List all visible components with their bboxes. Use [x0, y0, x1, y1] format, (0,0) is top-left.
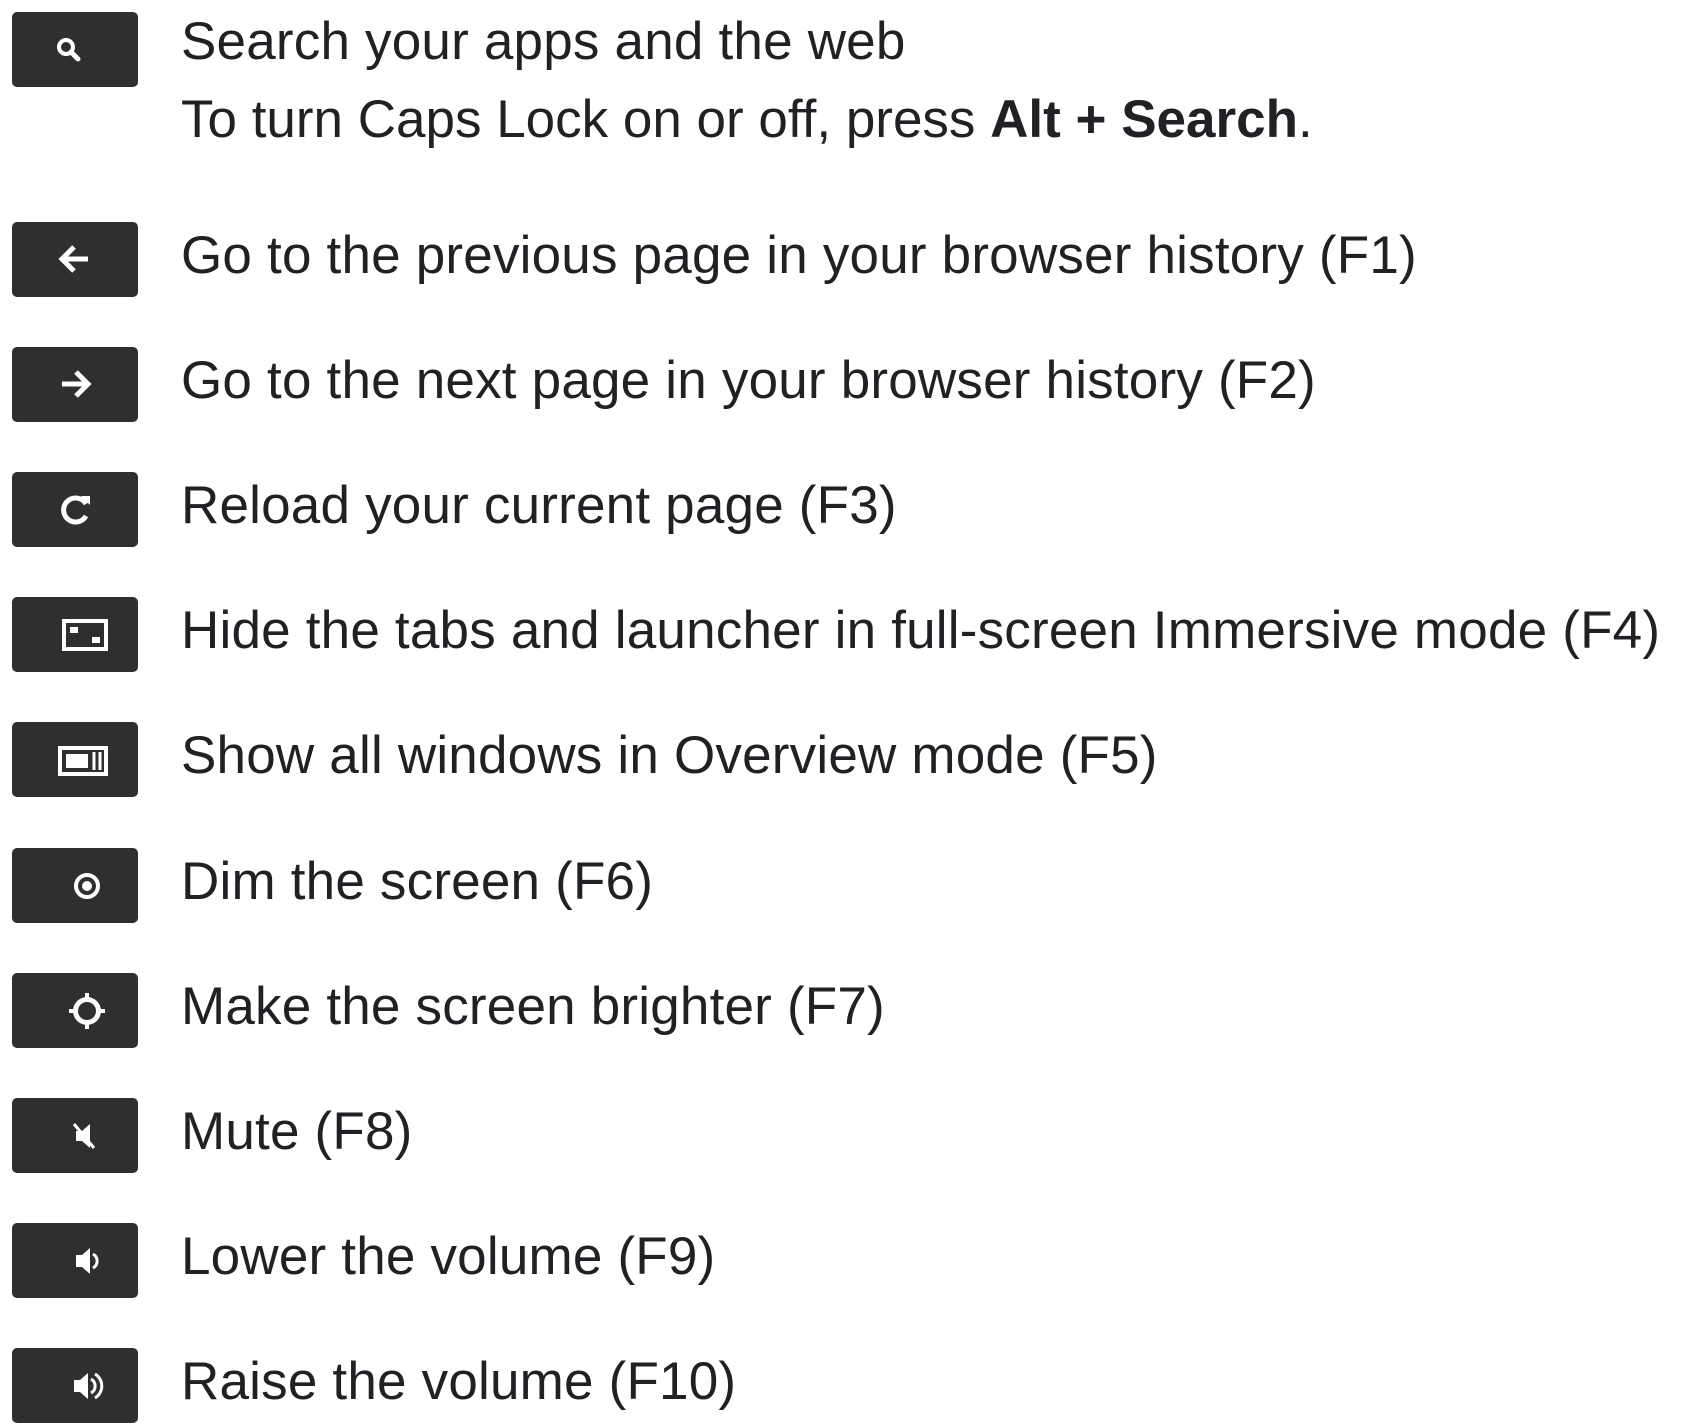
back-key [12, 222, 138, 297]
overview-icon [58, 746, 108, 776]
shortcut-description: Search your apps and the web [181, 12, 906, 71]
back-arrow-icon [58, 245, 88, 273]
brightness-up-key [12, 973, 138, 1048]
shortcut-description: Reload your current page (F3) [181, 476, 897, 535]
volume-down-icon [76, 1248, 99, 1274]
caps-lock-note: To turn Caps Lock on or off, press Alt +… [181, 88, 1313, 152]
shortcut-description: Lower the volume (F9) [181, 1227, 716, 1286]
reload-key [12, 472, 138, 547]
volume-up-icon [74, 1372, 104, 1400]
forward-arrow-icon [62, 370, 92, 398]
brightness-down-icon [74, 873, 100, 899]
volume-down-key [12, 1223, 138, 1298]
search-icon [57, 38, 81, 62]
caps-lock-note-suffix: . [1298, 90, 1313, 149]
shortcut-description: Mute (F8) [181, 1102, 413, 1161]
shortcut-description: Go to the previous page in your browser … [181, 226, 1417, 285]
brightness-up-icon [69, 993, 105, 1029]
mute-icon [72, 1123, 96, 1149]
caps-lock-keys: Alt + Search [990, 90, 1298, 149]
fullscreen-key [12, 597, 138, 672]
shortcut-description: Make the screen brighter (F7) [181, 977, 885, 1036]
mute-key [12, 1098, 138, 1173]
shortcut-description: Go to the next page in your browser hist… [181, 351, 1316, 410]
shortcut-description: Show all windows in Overview mode (F5) [181, 726, 1158, 785]
overview-key [12, 722, 138, 797]
shortcut-description: Hide the tabs and launcher in full-scree… [181, 601, 1661, 660]
volume-up-key [12, 1348, 138, 1423]
search-key [12, 12, 138, 87]
forward-key [12, 347, 138, 422]
reload-icon [61, 495, 90, 525]
shortcut-description: Raise the volume (F10) [181, 1352, 737, 1411]
shortcut-description: Dim the screen (F6) [181, 852, 654, 911]
fullscreen-icon [62, 619, 108, 651]
caps-lock-note-prefix: To turn Caps Lock on or off, press [181, 90, 991, 149]
brightness-down-key [12, 848, 138, 923]
